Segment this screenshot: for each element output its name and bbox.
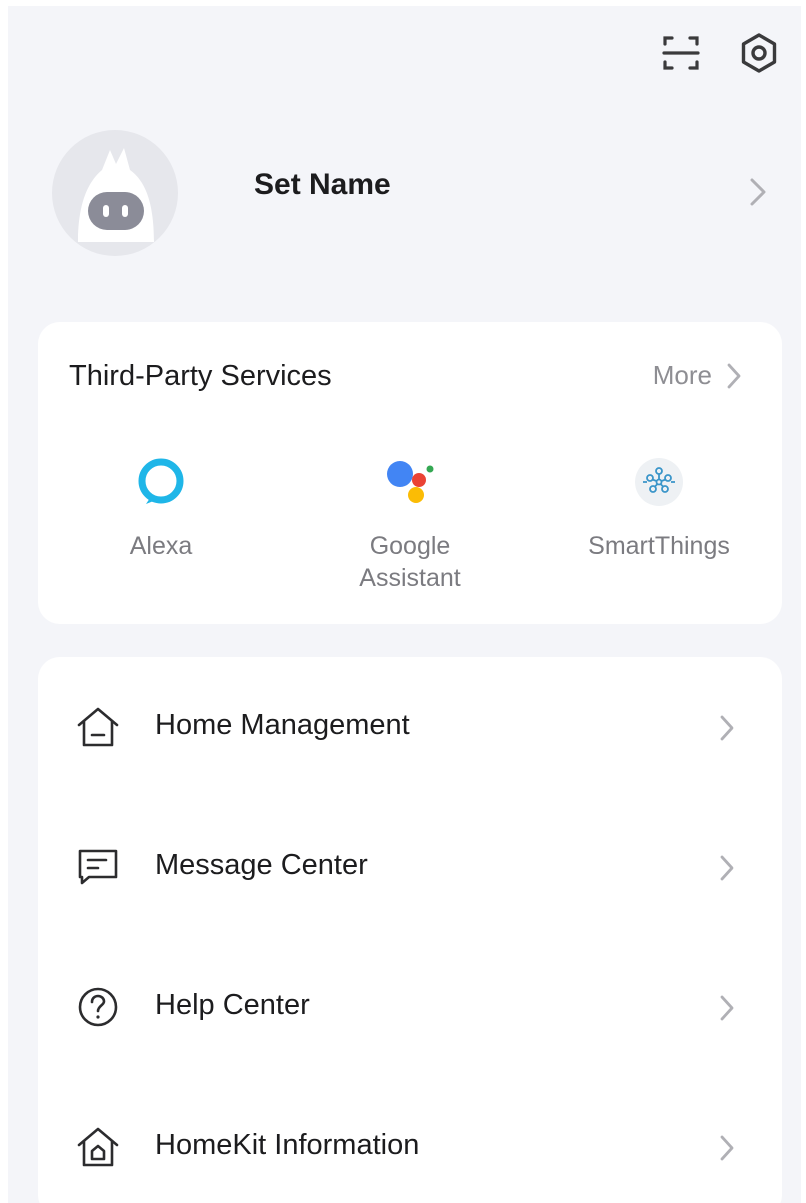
settings-button[interactable] xyxy=(736,30,782,76)
service-label: Alexa xyxy=(129,532,193,560)
home-icon xyxy=(74,703,122,751)
scan-button[interactable] xyxy=(658,30,704,76)
scan-icon xyxy=(662,36,700,70)
menu-card: Home Management Message Center Help Cent… xyxy=(38,657,782,1203)
menu-item-help-center[interactable]: Help Center xyxy=(38,937,782,1077)
menu-item-label: Help Center xyxy=(155,989,310,1021)
profile-name[interactable]: Set Name xyxy=(254,168,391,202)
section-title: Third-Party Services xyxy=(69,360,332,392)
chevron-right-icon xyxy=(748,176,768,213)
menu-item-home-management[interactable]: Home Management xyxy=(38,657,782,797)
profile-row[interactable]: Set Name xyxy=(0,120,806,270)
menu-item-label: Message Center xyxy=(155,849,368,881)
chevron-right-icon xyxy=(718,713,736,748)
more-label: More xyxy=(652,360,712,390)
homekit-icon xyxy=(74,1123,122,1171)
service-alexa[interactable]: Alexa xyxy=(41,454,281,562)
robot-avatar-icon xyxy=(78,148,154,242)
chevron-right-icon xyxy=(718,993,736,1028)
menu-item-label: HomeKit Information xyxy=(155,1129,420,1161)
top-edge xyxy=(0,0,806,6)
menu-item-message-center[interactable]: Message Center xyxy=(38,797,782,937)
menu-item-label: Home Management xyxy=(155,709,410,741)
google-assistant-icon xyxy=(382,454,438,510)
smartthings-icon xyxy=(631,454,687,510)
more-link[interactable]: More xyxy=(653,360,742,391)
avatar[interactable] xyxy=(52,130,178,256)
chevron-right-icon xyxy=(718,853,736,888)
service-label: SmartThings xyxy=(588,532,730,560)
message-icon xyxy=(74,843,122,891)
menu-item-homekit-information[interactable]: HomeKit Information xyxy=(38,1077,782,1203)
help-icon xyxy=(74,983,122,1031)
chevron-right-icon xyxy=(727,363,741,388)
service-label: Google Assistant xyxy=(359,532,461,592)
service-google-assistant[interactable]: Google Assistant xyxy=(290,454,530,594)
chevron-right-icon xyxy=(718,1133,736,1168)
settings-icon xyxy=(741,33,777,73)
third-party-services-card: Third-Party Services More Alexa Google A… xyxy=(38,322,782,624)
service-smartthings[interactable]: SmartThings xyxy=(539,454,779,562)
alexa-icon xyxy=(133,454,189,510)
